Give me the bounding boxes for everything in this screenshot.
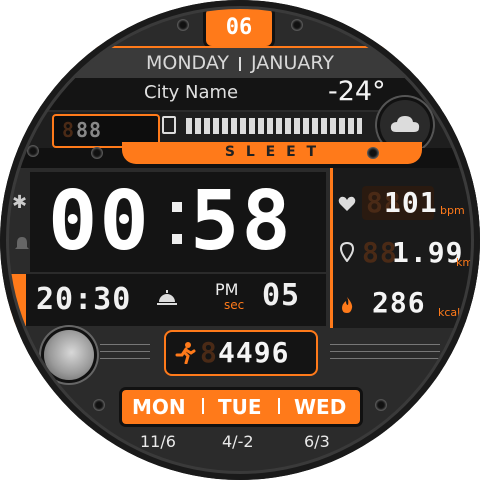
forecast-sep-2 <box>278 398 280 414</box>
sunrise-icon <box>157 290 177 305</box>
battery-tick <box>357 118 363 134</box>
moon-lines <box>100 340 150 370</box>
battery-tick <box>213 118 219 134</box>
flame-icon <box>342 297 353 313</box>
location-pin-icon <box>340 242 354 262</box>
battery-level-bar <box>186 118 363 134</box>
date-bar: MONDAY JANUARY <box>60 46 420 80</box>
battery-tick <box>249 118 255 134</box>
screw-9 <box>444 386 454 396</box>
forecast-temp-3: 6/3 <box>304 432 330 451</box>
battery-tick <box>330 118 336 134</box>
battery-tick <box>240 118 246 134</box>
seconds-label: sec <box>224 298 245 312</box>
battery-tick <box>339 118 345 134</box>
battery-tick <box>303 118 309 134</box>
heart-icon <box>338 196 356 211</box>
battery-tick <box>204 118 210 134</box>
condition-strip: S L E E T <box>20 142 460 168</box>
forecast-day-1[interactable]: MON <box>132 395 186 419</box>
battery-digits-ghost: 8 <box>62 118 76 142</box>
forecast-sep-1 <box>202 398 204 414</box>
battery-tick <box>294 118 300 134</box>
steps-ghost: 8 <box>200 336 218 369</box>
heart-rate-box[interactable]: 888 101 <box>362 186 437 220</box>
hours: 00 <box>48 174 151 269</box>
screw-1 <box>178 20 188 30</box>
steps-lines-right <box>330 340 440 370</box>
battery-tick <box>285 118 291 134</box>
battery-tick <box>222 118 228 134</box>
date-number: 06 <box>225 15 253 40</box>
forecast-temp-2: 4/-2 <box>222 432 254 451</box>
battery-tick <box>312 118 318 134</box>
screw-6 <box>22 386 32 396</box>
screw-5 <box>368 148 378 158</box>
distance-unit: km <box>456 256 474 269</box>
running-icon <box>175 342 196 364</box>
screw-7 <box>94 400 104 410</box>
alarm-time[interactable]: 20:30 <box>36 282 131 317</box>
date-separator <box>239 56 241 71</box>
steps-value: 4496 <box>218 336 290 369</box>
steps-box[interactable]: 8 4496 <box>164 330 318 376</box>
battery-tick <box>321 118 327 134</box>
distance-box[interactable]: 88 1.99 <box>362 236 462 270</box>
moon-phase-icon <box>44 330 94 380</box>
heart-rate-unit: bpm <box>440 204 465 217</box>
battery-tick <box>258 118 264 134</box>
screw-4 <box>92 148 102 158</box>
battery-level-svg <box>186 118 363 134</box>
screw-2 <box>292 20 302 30</box>
date-line: MONDAY JANUARY <box>60 52 420 74</box>
battery-tick <box>231 118 237 134</box>
forecast-day-3[interactable]: WED <box>294 395 346 419</box>
forecast-day-2[interactable]: TUE <box>218 395 262 419</box>
calories-value[interactable]: 286 <box>372 286 426 319</box>
time-colon <box>172 202 182 250</box>
forecast-temp-1: 11/6 <box>140 432 176 451</box>
weather-condition: S L E E T <box>224 144 320 160</box>
forecast-bar: MON TUE WED <box>122 390 360 424</box>
calories-unit: kcal <box>438 306 461 319</box>
battery-icon <box>162 116 176 134</box>
weekday-label: MONDAY <box>146 52 229 74</box>
screw-8 <box>376 400 386 410</box>
battery-tick <box>267 118 273 134</box>
cloud-icon <box>390 116 420 132</box>
month-label: JANUARY <box>251 52 334 74</box>
battery-tick <box>195 118 201 134</box>
date-badge[interactable]: 06 <box>206 8 272 46</box>
bluetooth-icon: ✱ <box>12 192 28 213</box>
city-name: City Name <box>144 82 239 103</box>
time-panel: 00 58 <box>30 172 326 272</box>
bell-icon <box>15 237 29 249</box>
distance-value: 1.99 <box>392 236 464 269</box>
screw-3 <box>28 146 38 156</box>
ampm-label: PM <box>215 280 239 299</box>
minutes: 58 <box>190 174 293 269</box>
battery-tick <box>276 118 282 134</box>
temperature: -24° <box>328 76 386 107</box>
battery-tick <box>348 118 354 134</box>
battery-digits: 88 <box>76 118 103 142</box>
watch-face: 06 MONDAY JANUARY City Name -24° 8 88 S L <box>0 0 480 480</box>
seconds: 05 <box>262 278 301 313</box>
heart-rate-value: 101 <box>384 186 438 219</box>
battery-tick <box>186 118 192 134</box>
